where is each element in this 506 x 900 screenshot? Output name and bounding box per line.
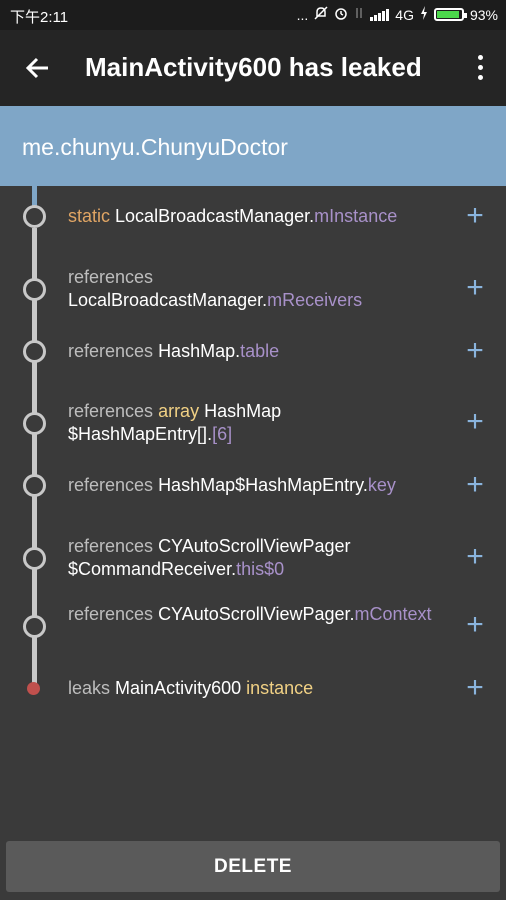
trace-prefix: references	[68, 401, 154, 421]
trace-node-icon	[23, 411, 46, 435]
trace-node-icon	[23, 277, 46, 301]
trace-class: LocalBroadcastManager	[68, 290, 263, 310]
arrow-back-icon	[25, 57, 48, 79]
trace-class: LocalBroadcastManager	[115, 206, 310, 226]
trace-field: mReceivers	[267, 290, 363, 310]
trace-field: instance	[246, 678, 314, 698]
trace-prefix: references	[68, 341, 154, 361]
trace-prefix: references	[68, 475, 154, 495]
expand-plus-icon[interactable]: +	[462, 200, 488, 230]
leak-node-icon	[27, 682, 40, 695]
trace-field: key	[367, 475, 396, 495]
battery-percent: 93%	[469, 6, 498, 23]
trace-class: CYAutoScrollViewPager	[158, 604, 350, 624]
trace-prefix: references	[68, 604, 154, 624]
trace-prefix: leaks	[68, 678, 111, 698]
trace-class: HashMap	[204, 401, 282, 421]
trace-class-suffix: $HashMapEntry[]	[68, 424, 208, 444]
battery-icon	[433, 8, 467, 21]
trace-item-text: references HashMap$HashMapEntry.key	[68, 474, 448, 497]
trace-field: this$0	[236, 559, 285, 579]
battery-fill	[436, 11, 460, 18]
trace-prefix: references	[68, 536, 154, 556]
trace-class: HashMap	[158, 341, 236, 361]
expand-plus-icon[interactable]: +	[462, 335, 488, 365]
mute-icon	[314, 6, 328, 23]
trace-field: mContext	[354, 604, 432, 624]
more-vert-icon	[477, 55, 483, 60]
delete-button[interactable]: DELETE	[6, 841, 500, 892]
charging-icon	[420, 6, 428, 23]
overflow-menu-button[interactable]	[474, 52, 486, 84]
trace-keyword: static	[68, 206, 111, 226]
trace-class: MainActivity600	[115, 678, 242, 698]
page-title: MainActivity600 has leaked	[85, 52, 422, 82]
expand-plus-icon[interactable]: +	[462, 610, 488, 640]
trace-field: table	[240, 341, 280, 361]
package-header: me.chunyu.ChunyuDoctor	[0, 106, 506, 186]
trace-class: CYAutoScrollViewPager	[158, 536, 351, 556]
status-icons: ... 4G 93%	[297, 6, 498, 23]
expand-plus-icon[interactable]: +	[462, 407, 488, 437]
signal-icon	[370, 8, 390, 21]
expand-plus-icon[interactable]: +	[462, 542, 488, 572]
trace-item-text: references LocalBroadcastManager.mReceiv…	[68, 266, 448, 312]
trace-field: mInstance	[314, 206, 398, 226]
trace-node-icon	[23, 474, 46, 497]
trace-class: HashMap$HashMapEntry	[158, 475, 363, 495]
expand-plus-icon[interactable]: +	[462, 469, 488, 499]
status-time: 下午2:11	[10, 9, 69, 26]
trace-node-icon	[23, 546, 46, 570]
trace-node-icon	[23, 614, 46, 638]
trace-item-text: leaks MainActivity600 instance	[68, 677, 448, 700]
trace-item-text: references array HashMap $HashMapEntry[].…	[68, 400, 448, 446]
trace-prefix: references	[68, 267, 154, 287]
trace-keyword: array	[158, 401, 200, 421]
expand-plus-icon[interactable]: +	[462, 273, 488, 303]
trace-item-text: static LocalBroadcastManager.mInstance	[68, 205, 448, 228]
trace-node-icon	[23, 340, 46, 363]
trace-class-suffix: $CommandReceiver	[68, 559, 232, 579]
trace-node-icon	[23, 205, 46, 228]
trace-item-text: references CYAutoScrollViewPager $Command…	[68, 535, 448, 581]
trace-item-text: references HashMap.table	[68, 340, 448, 363]
trace-item-text: references CYAutoScrollViewPager.mContex…	[68, 603, 448, 626]
expand-plus-icon[interactable]: +	[462, 672, 488, 702]
back-button[interactable]	[20, 50, 56, 86]
app-bar: MainActivity600 has leaked	[0, 30, 506, 106]
notification-more-icon: ...	[296, 6, 309, 23]
status-bar: 下午2:11 ... 4G 93%	[0, 0, 506, 30]
data-transfer-icon	[354, 6, 364, 23]
trace-field: [6]	[212, 424, 233, 444]
alarm-icon	[334, 6, 348, 23]
network-type: 4G	[395, 6, 414, 23]
package-name: me.chunyu.ChunyuDoctor	[22, 134, 288, 160]
